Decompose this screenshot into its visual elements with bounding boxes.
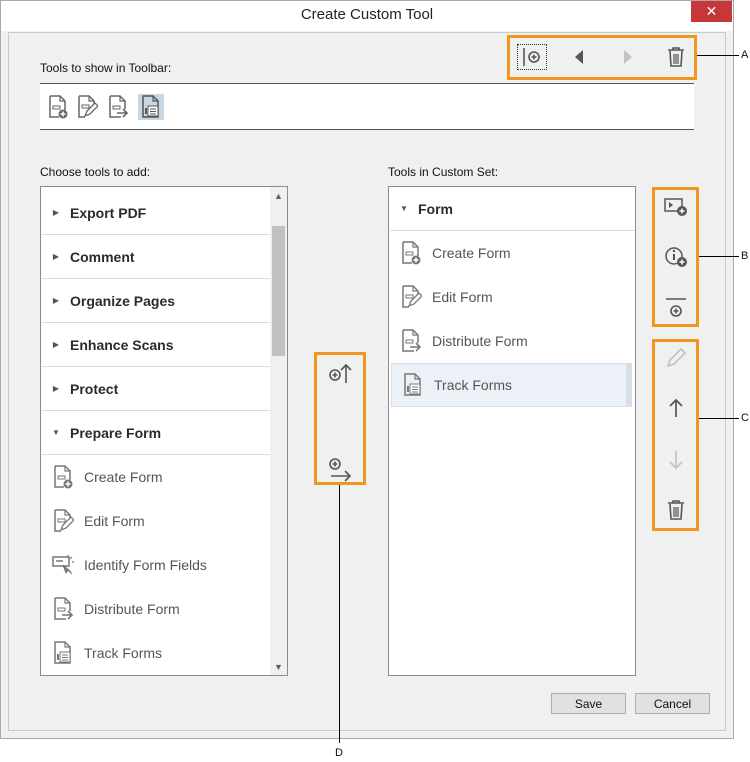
callout-line-b [699, 256, 739, 257]
create-form-icon[interactable] [45, 94, 71, 120]
expand-arrow-icon[interactable]: ▶ [42, 252, 70, 261]
delete-icon[interactable] [659, 495, 693, 525]
tool-edit-form[interactable]: Edit Form [42, 499, 271, 543]
custom-set-list[interactable]: ▼ Form Create Form Edit Form Distribute F… [388, 186, 636, 676]
move-left-icon[interactable] [563, 43, 595, 71]
scrollbar-thumb[interactable] [272, 226, 285, 356]
create-form-icon [390, 241, 432, 265]
save-button[interactable]: Save [551, 693, 626, 714]
tool-label: Edit Form [84, 513, 145, 529]
available-tools-list[interactable]: ▶ Export PDF ▶ Comment ▶ Organize Pages ▶ En… [40, 186, 288, 676]
add-separator-icon[interactable] [659, 292, 693, 322]
identify-form-fields-icon [42, 554, 84, 576]
tool-label: Edit Form [432, 289, 493, 305]
add-tool-icon[interactable] [659, 192, 693, 222]
callout-label-b: B [741, 250, 749, 262]
close-button[interactable]: ✕ [691, 1, 732, 22]
distribute-form-icon[interactable] [105, 94, 131, 120]
expand-arrow-icon[interactable]: ▶ [42, 340, 70, 349]
tool-create-form[interactable]: Create Form [42, 455, 271, 499]
category-export-pdf[interactable]: ▶ Export PDF [42, 191, 271, 235]
cancel-button[interactable]: Cancel [635, 693, 710, 714]
category-label: Prepare Form [70, 424, 162, 441]
tool-label: Distribute Form [84, 601, 180, 617]
create-form-icon [42, 465, 84, 489]
tool-identify-form-fields[interactable]: Identify Form Fields [42, 543, 271, 587]
selection-edge [627, 363, 632, 407]
callout-line-d [339, 485, 340, 743]
add-to-toolbar-icon[interactable] [323, 358, 357, 388]
track-forms-icon [42, 641, 84, 665]
tool-label: Create Form [432, 245, 511, 261]
tool-track-forms[interactable]: Track Forms [42, 631, 271, 675]
category-label: Enhance Scans [70, 336, 174, 353]
custom-tool-distribute-form[interactable]: Distribute Form [390, 319, 619, 363]
rename-icon[interactable] [659, 343, 693, 373]
collapse-arrow-icon[interactable]: ▼ [390, 204, 418, 213]
tool-label: Track Forms [84, 645, 163, 661]
distribute-form-icon [390, 329, 432, 353]
category-comment[interactable]: ▶ Comment [42, 235, 271, 279]
scroll-up-arrow[interactable]: ▲ [270, 188, 287, 204]
track-forms-icon[interactable] [138, 94, 164, 120]
tool-label: Track Forms [434, 377, 513, 393]
add-to-custom-set-icon[interactable] [323, 454, 357, 484]
expand-arrow-icon[interactable]: ▶ [42, 208, 70, 217]
callout-label-d: D [335, 747, 343, 759]
choose-tools-label: Choose tools to add: [40, 165, 151, 179]
category-label: Organize Pages [70, 292, 176, 309]
custom-set-label: Tools in Custom Set: [388, 165, 499, 179]
delete-icon[interactable] [660, 43, 692, 71]
edit-form-icon[interactable] [74, 94, 100, 120]
category-label: Protect [70, 380, 119, 397]
move-right-icon[interactable] [612, 43, 644, 71]
expand-arrow-icon[interactable]: ▶ [42, 296, 70, 305]
category-enhance-scans[interactable]: ▶ Enhance Scans [42, 323, 271, 367]
category-label: Form [418, 200, 453, 217]
window-title: Create Custom Tool [300, 6, 434, 23]
scroll-down-arrow[interactable]: ▼ [270, 659, 287, 675]
add-separator-icon[interactable] [516, 43, 548, 71]
custom-tool-edit-form[interactable]: Edit Form [390, 275, 619, 319]
tool-label: Create Form [84, 469, 163, 485]
expand-arrow-icon[interactable]: ▶ [42, 384, 70, 393]
callout-label-a: A [741, 49, 749, 61]
category-organize-pages[interactable]: ▶ Organize Pages [42, 279, 271, 323]
callout-line-a [697, 55, 739, 56]
edit-form-icon [390, 285, 432, 309]
distribute-form-icon [42, 597, 84, 621]
callout-line-c [699, 418, 739, 419]
edit-form-icon [42, 509, 84, 533]
add-info-icon[interactable] [659, 242, 693, 272]
move-up-icon[interactable] [659, 393, 693, 423]
custom-tool-track-forms[interactable]: Track Forms [391, 363, 627, 407]
tool-label: Distribute Form [432, 333, 528, 349]
track-forms-icon [392, 373, 434, 397]
tool-distribute-form[interactable]: Distribute Form [42, 587, 271, 631]
custom-tool-create-form[interactable]: Create Form [390, 231, 619, 275]
category-protect[interactable]: ▶ Protect [42, 367, 271, 411]
category-prepare-form[interactable]: ▼ Prepare Form [42, 411, 271, 455]
toolbar-section-label: Tools to show in Toolbar: [40, 61, 172, 75]
tool-label: Identify Form Fields [84, 557, 207, 573]
category-form[interactable]: ▼ Form [390, 187, 635, 231]
category-label: Comment [70, 248, 135, 265]
category-label: Export PDF [70, 204, 147, 221]
collapse-arrow-icon[interactable]: ▼ [42, 428, 70, 437]
callout-label-c: C [741, 412, 749, 424]
move-down-icon[interactable] [659, 445, 693, 475]
